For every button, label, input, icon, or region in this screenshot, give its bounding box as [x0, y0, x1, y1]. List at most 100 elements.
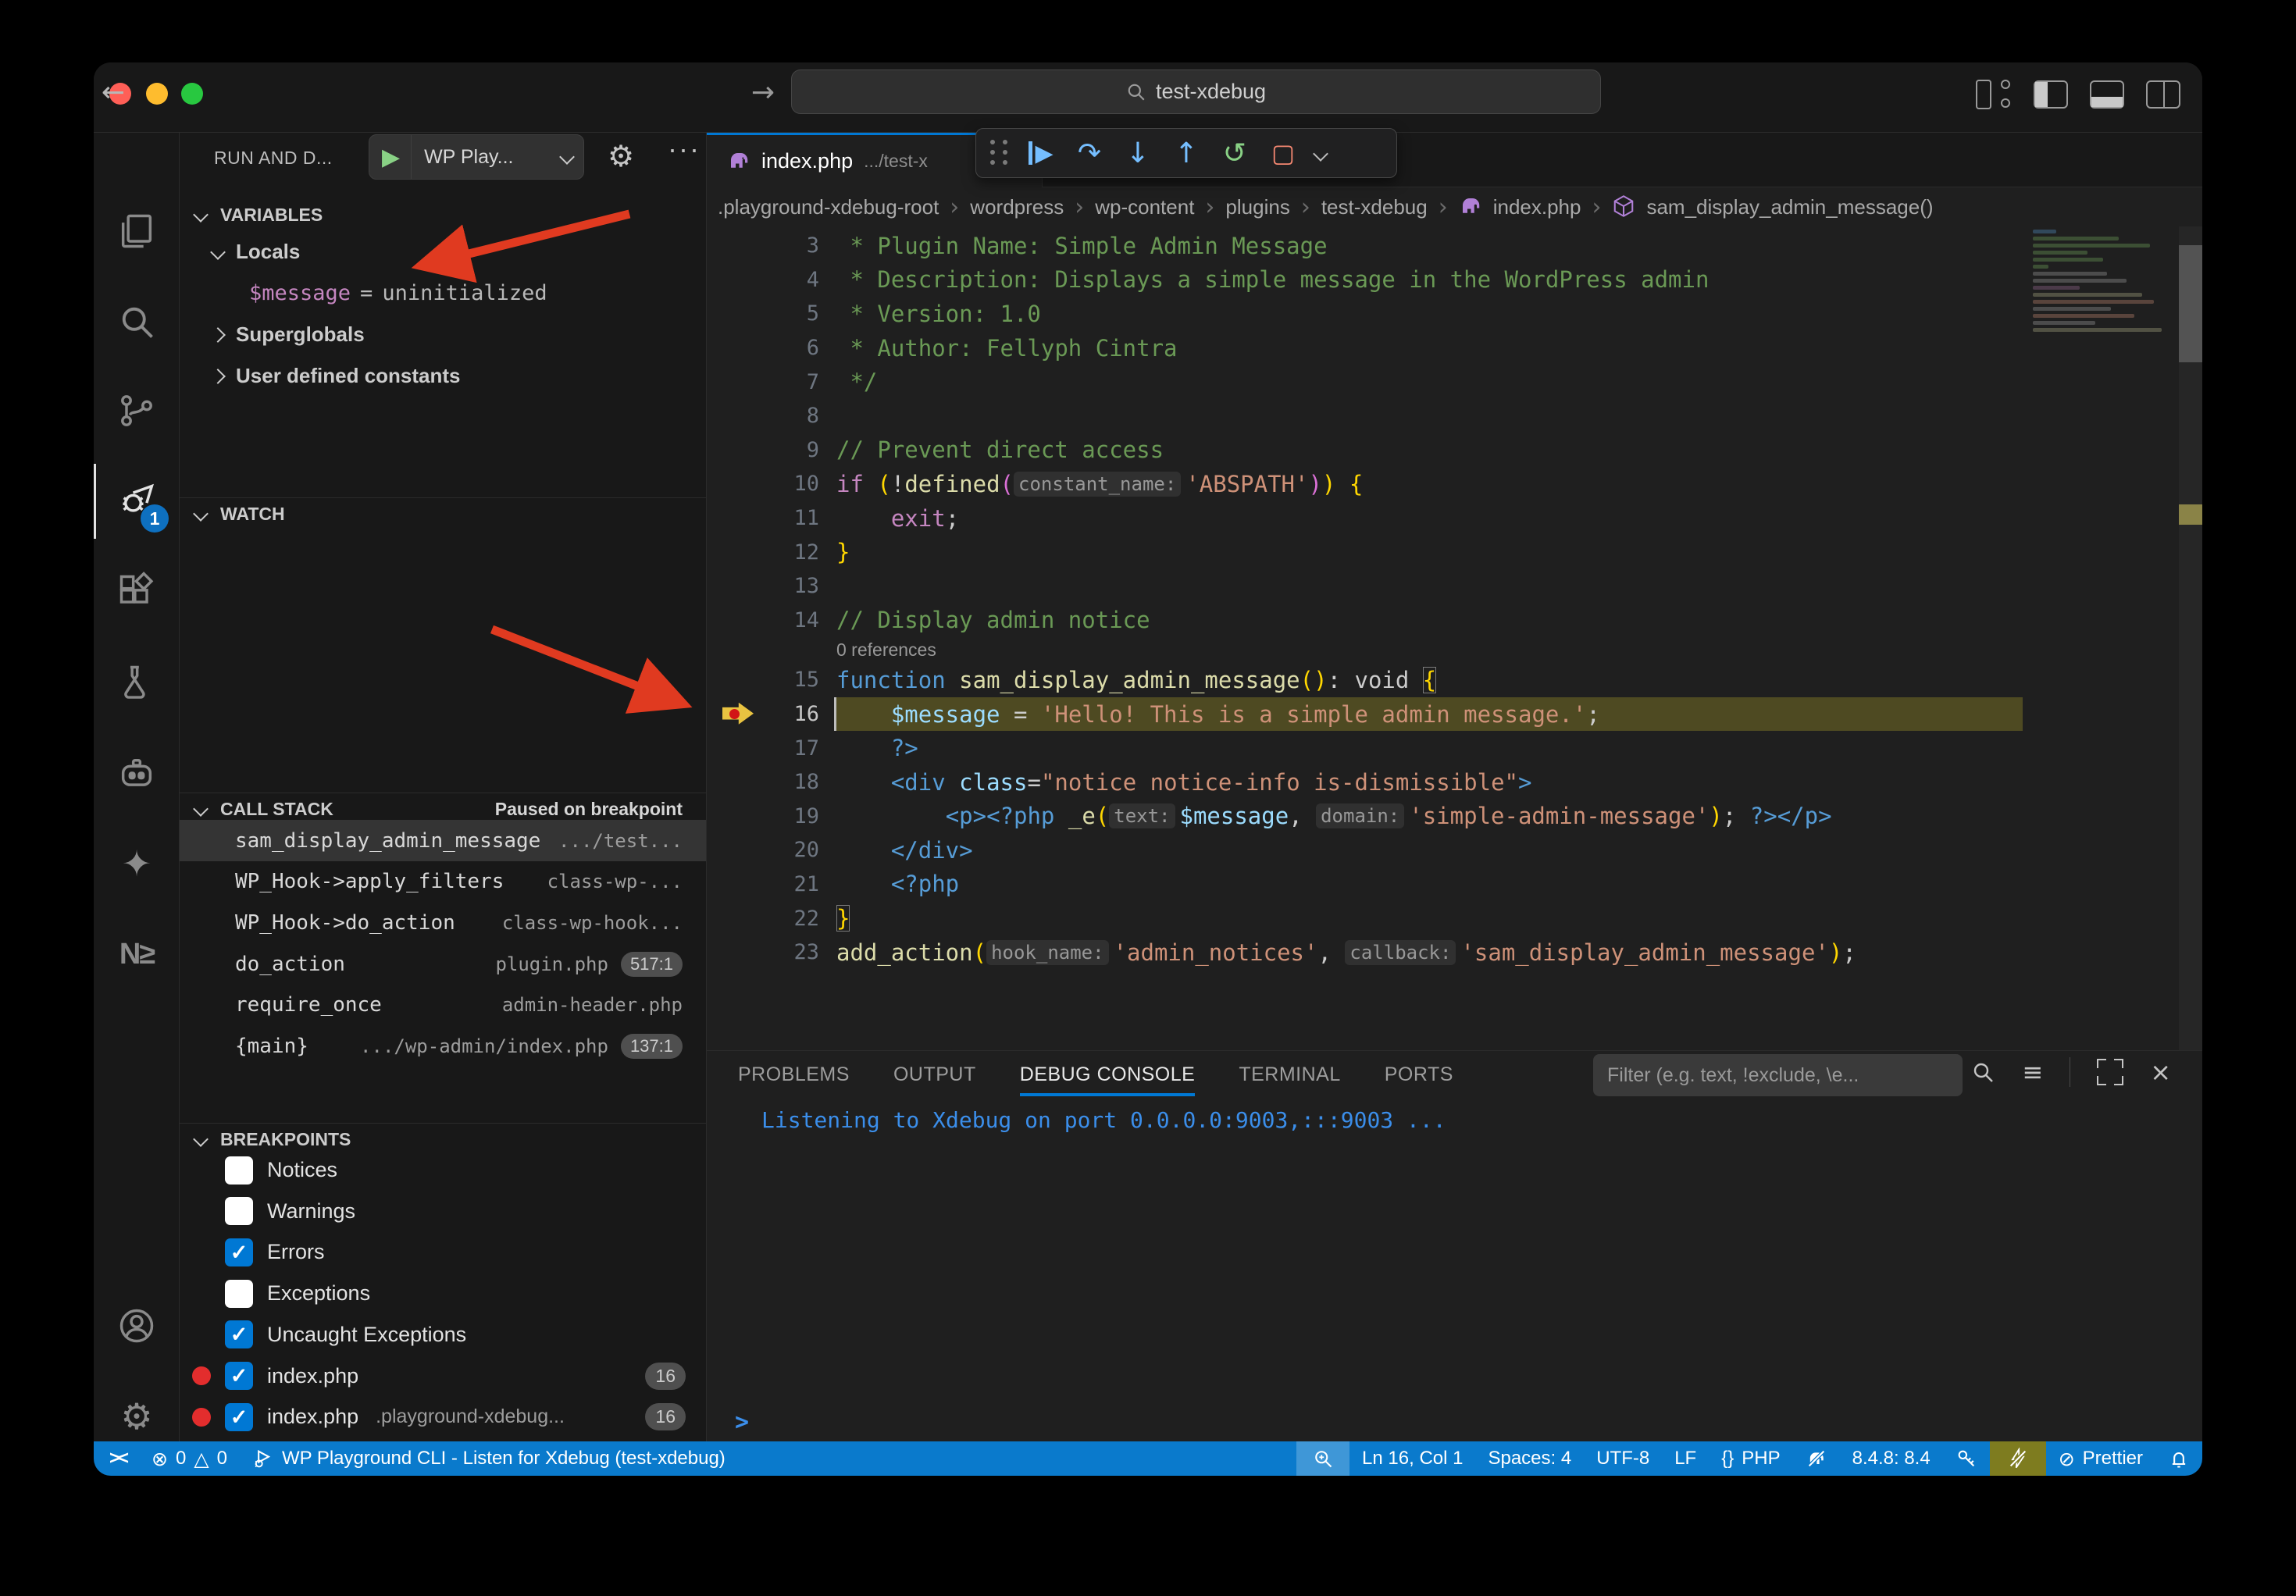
key-icon[interactable] [1943, 1441, 1990, 1476]
breakpoint-row[interactable]: Warnings [180, 1191, 706, 1232]
variables-section-header[interactable]: VARIABLES [180, 199, 706, 230]
breakpoint-row[interactable]: Notices [180, 1149, 706, 1191]
encoding[interactable]: UTF-8 [1584, 1441, 1662, 1476]
toggle-sidebar-icon[interactable] [2034, 80, 2068, 109]
code-line[interactable]: 19 <p><?php _e(text:$message, domain:'si… [707, 800, 2202, 834]
breakpoint-margin[interactable] [707, 637, 758, 663]
breakpoint-margin[interactable] [707, 765, 758, 800]
breakpoint-checkbox[interactable] [225, 1280, 253, 1308]
php-version[interactable]: 8.4.8: 8.4 [1840, 1441, 1943, 1476]
breakpoint-margin[interactable] [707, 501, 758, 536]
accounts-icon[interactable] [94, 1288, 180, 1363]
breadcrumb-item[interactable]: wordpress [970, 195, 1064, 219]
code-editor[interactable]: 3 * Plugin Name: Simple Admin Message4 *… [707, 226, 2202, 1050]
php-elephant-slash-icon[interactable] [1793, 1441, 1840, 1476]
breakpoint-row[interactable]: ✓Uncaught Exceptions [180, 1314, 706, 1356]
breakpoint-margin[interactable] [707, 569, 758, 604]
code-line[interactable]: 17 ?> [707, 731, 2202, 765]
breakpoint-margin[interactable] [707, 535, 758, 569]
code-line[interactable]: 10if (!defined(constant_name:'ABSPATH'))… [707, 467, 2202, 501]
nx-extension-icon[interactable]: N≥ [94, 917, 180, 992]
configure-gear-icon[interactable]: ⚙ [608, 139, 634, 173]
call-stack-frame[interactable]: sam_display_admin_message.../test... [180, 820, 706, 861]
call-stack-frame[interactable]: {main}.../wp-admin/index.php137:1 [180, 1026, 706, 1067]
code-line[interactable]: 8 [707, 399, 2202, 433]
maximize-panel-icon[interactable] [2097, 1059, 2123, 1085]
language-mode[interactable]: {}PHP [1709, 1441, 1792, 1476]
customize-layout-icon[interactable] [1976, 80, 2012, 109]
problems-status[interactable]: ⊗ 0 △ 0 [139, 1441, 240, 1476]
notifications-bell[interactable] [2155, 1441, 2202, 1476]
variable-row[interactable]: $message = uninitialized [180, 273, 706, 314]
toolbar-drag-handle[interactable] [990, 140, 1011, 166]
console-prompt[interactable]: > [735, 1409, 749, 1436]
breakpoint-margin[interactable] [707, 433, 758, 468]
code-line[interactable]: 9// Prevent direct access [707, 433, 2202, 468]
minimize-window-button[interactable] [146, 83, 168, 105]
debug-session-status[interactable]: WP Playground CLI - Listen for Xdebug (t… [240, 1441, 738, 1476]
breakpoint-checkbox[interactable]: ✓ [225, 1320, 253, 1348]
call-stack-frame[interactable]: WP_Hook->apply_filtersclass-wp-... [180, 861, 706, 903]
views-more-icon[interactable]: ··· [668, 133, 701, 166]
stop-button[interactable]: ▢ [1259, 138, 1307, 168]
testing-icon[interactable] [94, 645, 180, 720]
locals-row[interactable]: Locals [180, 231, 706, 273]
chat-robot-icon[interactable] [94, 736, 180, 810]
cursor-position[interactable]: Ln 16, Col 1 [1349, 1441, 1475, 1476]
code-line[interactable]: 6 * Author: Fellyph Cintra [707, 331, 2202, 365]
user-constants-row[interactable]: User defined constants [180, 355, 706, 397]
breakpoint-row[interactable]: ✓Errors [180, 1231, 706, 1273]
breakpoint-margin[interactable] [707, 263, 758, 297]
breakpoint-margin[interactable] [707, 365, 758, 399]
step-out-button[interactable]: ↑ [1162, 137, 1210, 169]
toggle-panel-icon[interactable] [2090, 80, 2124, 109]
launch-config-dropdown[interactable]: ▶ WP Play... [369, 134, 584, 180]
continue-button[interactable]: ▶ [1017, 140, 1065, 167]
code-line[interactable]: 18 <div class="notice notice-info is-dis… [707, 765, 2202, 800]
breakpoint-margin[interactable] [707, 399, 758, 433]
xdebug-toggle[interactable] [1990, 1441, 2046, 1476]
breakpoint-margin[interactable] [707, 901, 758, 935]
console-filter-input[interactable] [1593, 1054, 1963, 1096]
breakpoint-margin[interactable] [707, 833, 758, 867]
line-number[interactable]: 3 [758, 233, 819, 258]
line-number[interactable]: 17 [758, 736, 819, 761]
code-line[interactable]: 5 * Version: 1.0 [707, 297, 2202, 331]
line-number[interactable]: 14 [758, 608, 819, 632]
breakpoint-margin[interactable] [707, 731, 758, 765]
step-into-button[interactable]: ↓ [1114, 137, 1162, 169]
code-line[interactable]: 11 exit; [707, 501, 2202, 536]
codelens-row[interactable]: 0 references [707, 637, 2202, 663]
scrollbar-thumb[interactable] [2179, 245, 2202, 362]
search-icon[interactable] [1970, 1060, 1995, 1085]
toggle-secondary-sidebar-icon[interactable] [2146, 80, 2180, 109]
code-line[interactable]: 7 */ [707, 365, 2202, 399]
back-button[interactable]: ← [94, 77, 133, 109]
remote-indicator[interactable]: >< [94, 1441, 139, 1476]
code-line[interactable]: 15function sam_display_admin_message(): … [707, 663, 2202, 697]
extensions-icon[interactable] [94, 554, 180, 629]
code-line[interactable]: 16 $message = 'Hello! This is a simple a… [707, 697, 2202, 732]
toolbar-more-icon[interactable] [1307, 142, 1334, 164]
breadcrumb-item[interactable]: plugins [1225, 195, 1289, 219]
line-number[interactable]: 11 [758, 506, 819, 530]
line-number[interactable]: 9 [758, 438, 819, 462]
source-control-icon[interactable] [94, 373, 180, 448]
breakpoint-margin[interactable] [707, 604, 758, 638]
breakpoint-checkbox[interactable]: ✓ [225, 1403, 253, 1431]
breakpoint-margin[interactable] [707, 663, 758, 697]
sparkle-icon[interactable]: ✦ [94, 826, 180, 901]
minimap[interactable] [2027, 226, 2179, 1050]
step-over-button[interactable]: ↷ [1065, 137, 1114, 169]
code-line[interactable]: 20 </div> [707, 833, 2202, 867]
line-number[interactable]: 4 [758, 268, 819, 292]
tab-terminal[interactable]: TERMINAL [1239, 1051, 1340, 1098]
line-number[interactable]: 10 [758, 472, 819, 496]
line-number[interactable]: 5 [758, 301, 819, 326]
call-stack-frame[interactable]: require_onceadmin-header.php [180, 985, 706, 1026]
code-line[interactable]: 4 * Description: Displays a simple messa… [707, 263, 2202, 297]
breakpoint-row[interactable]: ✓index.php16 [180, 1356, 706, 1397]
breakpoint-margin[interactable] [707, 467, 758, 501]
code-line[interactable]: 12} [707, 535, 2202, 569]
run-and-debug-icon[interactable]: 1 [94, 464, 180, 539]
